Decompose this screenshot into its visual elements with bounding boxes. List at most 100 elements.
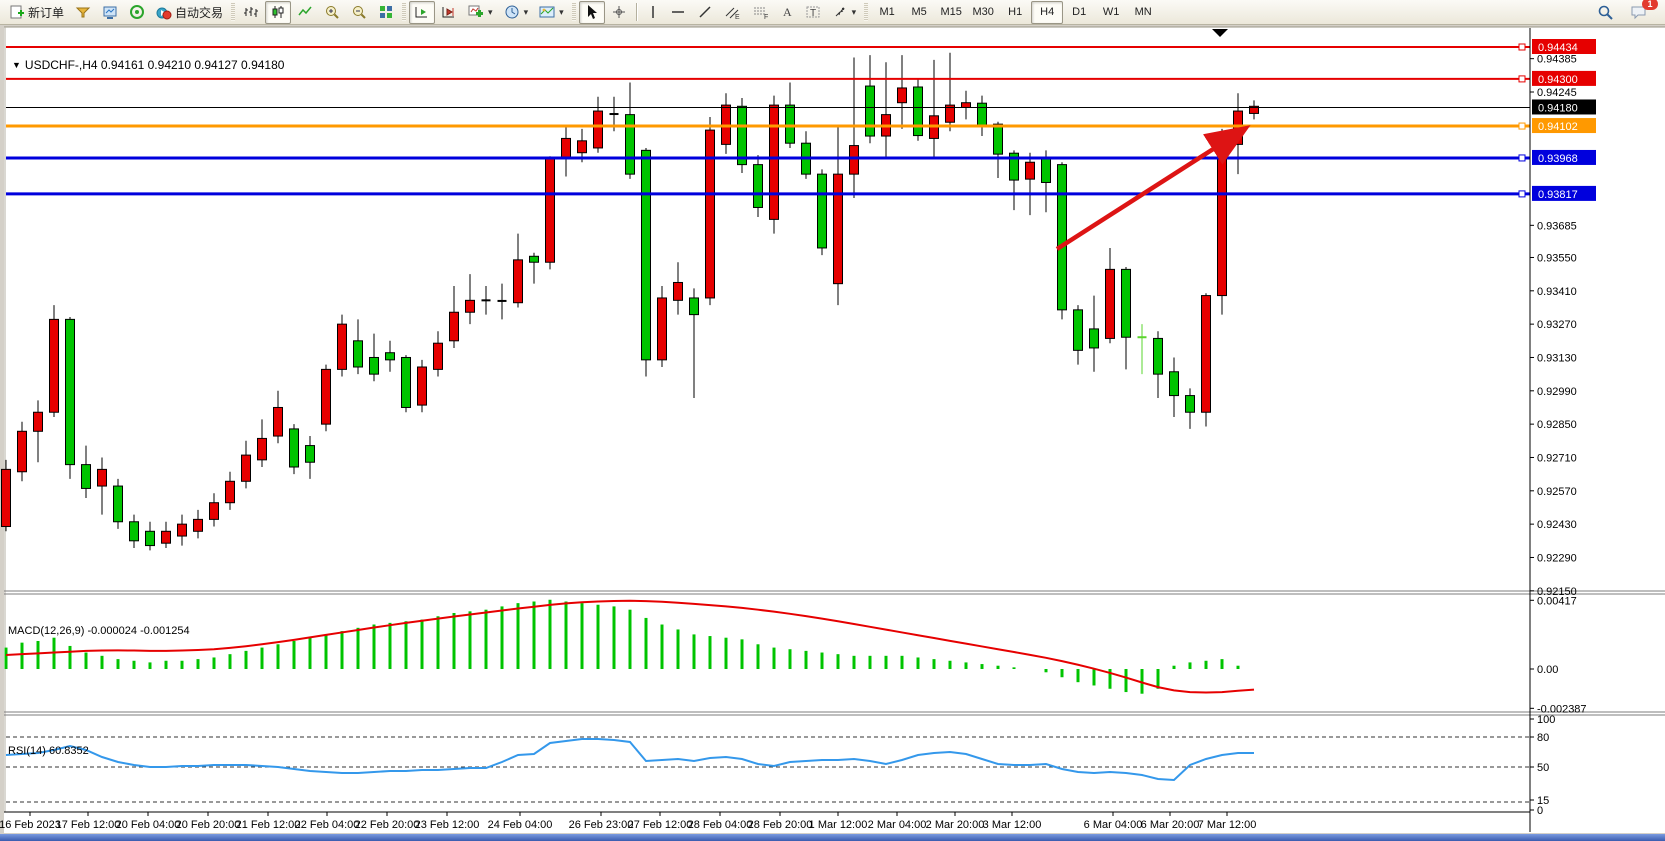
candle-body xyxy=(66,319,75,464)
text-label-button[interactable]: T xyxy=(800,1,826,24)
arrows-button[interactable]: ▾ xyxy=(827,1,862,24)
chart-shift-button[interactable] xyxy=(436,1,462,24)
line-chart-button[interactable] xyxy=(292,1,318,24)
candle-body xyxy=(1106,269,1115,338)
trendline-button[interactable] xyxy=(692,1,718,24)
cursor-button[interactable] xyxy=(579,1,605,24)
text-a-button[interactable]: A xyxy=(775,1,799,24)
new-order-button[interactable]: 新订单 xyxy=(4,1,69,24)
tile-windows-icon xyxy=(378,4,394,20)
timeframe-button-M1[interactable]: M1 xyxy=(871,1,903,24)
candle-body xyxy=(770,105,779,219)
vertical-line-button[interactable] xyxy=(642,1,664,24)
chart-title-text: USDCHF-,H4 0.94161 0.94210 0.94127 0.941… xyxy=(25,58,285,72)
price-badge-label: 0.93968 xyxy=(1538,153,1578,165)
candle-body xyxy=(178,524,187,536)
candle-body xyxy=(1202,296,1211,413)
time-tick-label: 23 Feb 12:00 xyxy=(415,819,480,831)
timeframe-button-D1[interactable]: D1 xyxy=(1063,1,1095,24)
candle-chart-icon xyxy=(270,4,286,20)
candle-body xyxy=(98,469,107,486)
window-bottom-edge xyxy=(0,834,1665,841)
time-tick-label: 7 Mar 12:00 xyxy=(1198,819,1257,831)
signal-button[interactable] xyxy=(124,1,150,24)
candle-chart-button[interactable] xyxy=(265,1,291,24)
price-badge-label: 0.94300 xyxy=(1538,74,1578,86)
bar-chart-button[interactable] xyxy=(238,1,264,24)
price-chart[interactable]: 0.943850.942450.936850.935500.934100.932… xyxy=(0,26,1665,834)
chevron-down-icon: ▾ xyxy=(524,7,529,18)
candle-body xyxy=(1042,157,1051,182)
timeframe-button-M30[interactable]: M30 xyxy=(967,1,999,24)
rsi-axis-label: 0 xyxy=(1537,805,1543,817)
period-clock-icon xyxy=(504,4,520,20)
candle-body xyxy=(850,146,859,175)
metaeditor-button[interactable] xyxy=(70,1,96,24)
candle-body xyxy=(978,103,987,125)
trendline-icon xyxy=(697,4,713,20)
fibonacci-icon: F xyxy=(752,4,769,20)
level-line-handle[interactable] xyxy=(1519,76,1525,82)
time-tick-label: 20 Feb 20:00 xyxy=(176,819,241,831)
candle-body xyxy=(434,343,443,369)
tile-windows-button[interactable] xyxy=(373,1,399,24)
bar-chart-icon xyxy=(243,4,259,20)
price-tick-label: 0.92710 xyxy=(1537,452,1577,464)
price-tick-label: 0.93270 xyxy=(1537,319,1577,331)
horizontal-line-button[interactable] xyxy=(665,1,691,24)
chat-button[interactable]: 1 xyxy=(1625,1,1653,24)
level-line-handle[interactable] xyxy=(1519,44,1525,50)
auto-trading-button[interactable]: 自动交易 xyxy=(151,1,228,24)
timeframe-button-H4[interactable]: H4 xyxy=(1031,1,1063,24)
candle-body xyxy=(306,446,315,463)
candle-body xyxy=(50,319,59,412)
price-tick-label: 0.93550 xyxy=(1537,252,1577,264)
candle-body xyxy=(146,531,155,545)
new-order-icon xyxy=(9,4,25,20)
zoom-in-button[interactable] xyxy=(319,1,345,24)
price-badge-label: 0.93817 xyxy=(1538,189,1578,201)
candle-body xyxy=(562,138,571,158)
candle-body xyxy=(514,260,523,303)
candle-body xyxy=(354,341,363,367)
zoom-out-button[interactable] xyxy=(346,1,372,24)
candle-body xyxy=(866,86,875,136)
level-line-handle[interactable] xyxy=(1519,123,1525,129)
candle-body xyxy=(1026,162,1035,179)
new-order-label: 新订单 xyxy=(28,4,64,21)
time-tick-label: 22 Feb 20:00 xyxy=(355,819,420,831)
timeframe-button-H1[interactable]: H1 xyxy=(999,1,1031,24)
channel-icon: E xyxy=(724,4,741,20)
candle-body xyxy=(738,106,747,164)
price-badge-label: 0.94102 xyxy=(1538,121,1578,133)
add-indicator-button[interactable]: ▾ xyxy=(463,1,498,24)
market-watch-button[interactable] xyxy=(97,1,123,24)
timeframe-toolbar: M1M5M15M30H1H4D1W1MN xyxy=(871,1,1159,24)
channel-button[interactable]: E xyxy=(719,1,746,24)
level-line-handle[interactable] xyxy=(1519,155,1525,161)
chart-window[interactable]: 0.943850.942450.936850.935500.934100.932… xyxy=(0,26,1665,834)
price-tick-label: 0.93130 xyxy=(1537,352,1577,364)
level-line-handle[interactable] xyxy=(1519,191,1525,197)
timeframe-button-M5[interactable]: M5 xyxy=(903,1,935,24)
crosshair-button[interactable] xyxy=(606,1,632,24)
symbol-dropdown-icon[interactable]: ▼ xyxy=(12,60,21,70)
auto-scroll-button[interactable] xyxy=(409,1,435,24)
period-clock-button[interactable]: ▾ xyxy=(499,1,534,24)
timeframe-button-MN[interactable]: MN xyxy=(1127,1,1159,24)
timeframe-button-M15[interactable]: M15 xyxy=(935,1,967,24)
price-tick-label: 0.93685 xyxy=(1537,220,1577,232)
search-button[interactable] xyxy=(1592,1,1619,24)
timeframe-button-W1[interactable]: W1 xyxy=(1095,1,1127,24)
signal-icon xyxy=(129,4,145,20)
candle-body xyxy=(274,407,283,436)
price-tick-label: 0.92990 xyxy=(1537,386,1577,398)
template-button[interactable]: ▾ xyxy=(534,1,569,24)
market-watch-icon xyxy=(102,4,118,20)
candle-body xyxy=(130,522,139,541)
candle-body xyxy=(418,367,427,405)
zoom-in-icon xyxy=(324,4,340,20)
time-tick-label: 20 Feb 04:00 xyxy=(116,819,181,831)
fibonacci-button[interactable]: F xyxy=(747,1,774,24)
notification-badge: 1 xyxy=(1642,0,1658,10)
